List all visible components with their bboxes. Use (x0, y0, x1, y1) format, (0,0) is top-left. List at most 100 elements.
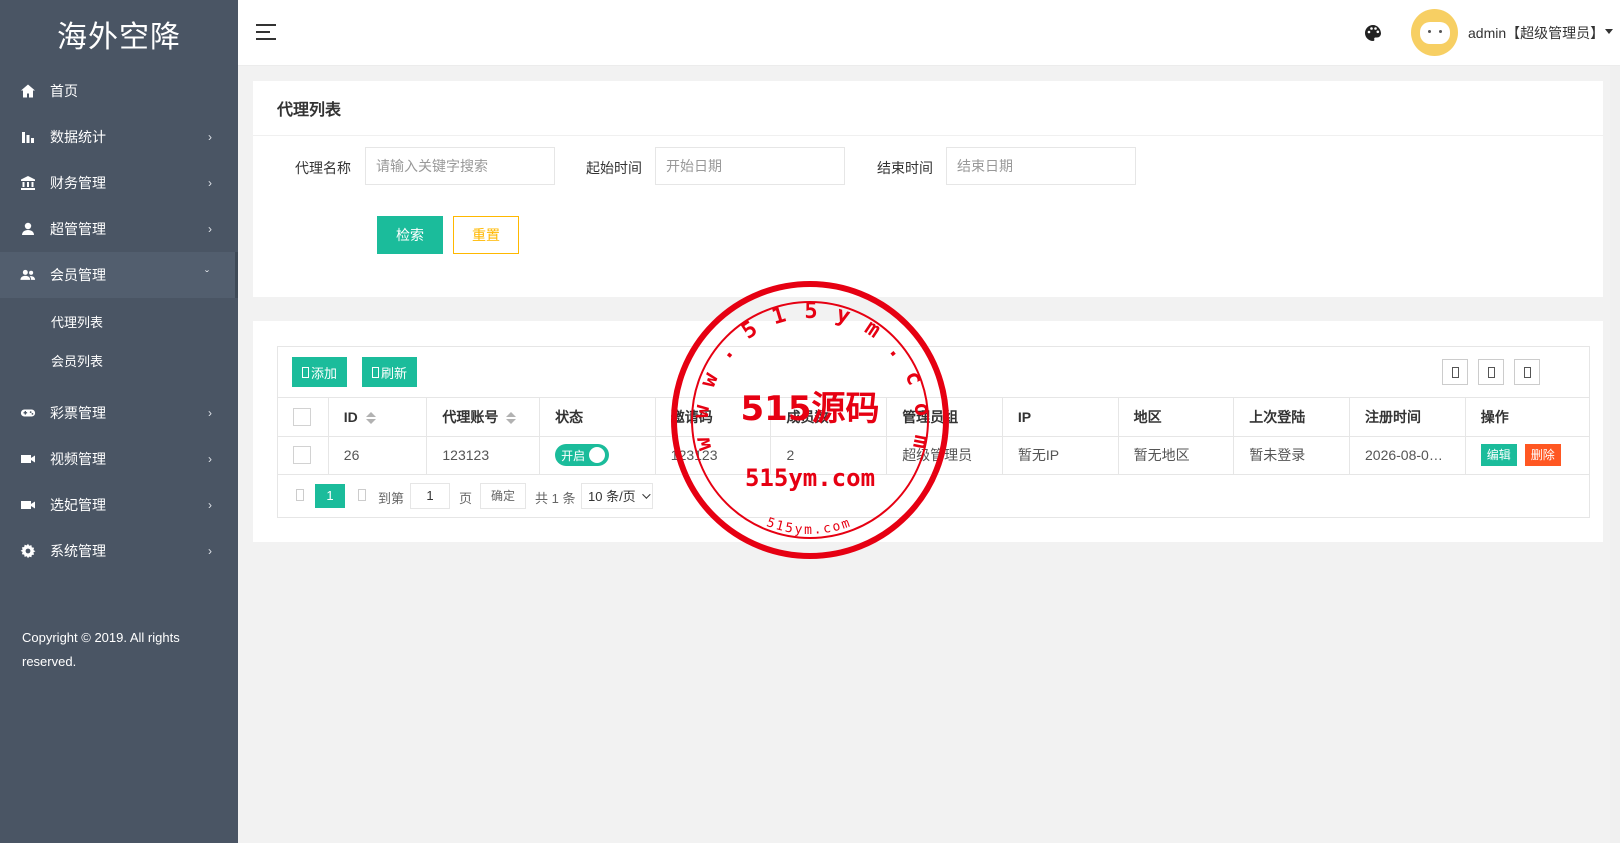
cell-ip: 暂无IP (1002, 436, 1119, 475)
bank-icon (20, 175, 36, 191)
next-page-icon[interactable] (358, 488, 366, 501)
sidebar-item-concubine[interactable]: 选妃管理 › (0, 482, 238, 528)
pagination: 1 到第 页 确定 共 1 条 10 条/页 (278, 475, 1589, 515)
sidebar-item-system[interactable]: 系统管理 › (0, 528, 238, 574)
column-header: IP (1002, 398, 1119, 437)
sidebar-item-label: 财务管理 (50, 175, 106, 191)
prev-page-icon[interactable] (296, 488, 304, 501)
sidebar-item-stats[interactable]: 数据统计 › (0, 114, 238, 160)
goto-page-input[interactable] (410, 482, 450, 509)
add-button-label: 添加 (311, 365, 338, 381)
cell-members: 2 (770, 436, 888, 475)
sidebar-item-video[interactable]: 视频管理 › (0, 436, 238, 482)
cell-last-login: 暂未登录 (1233, 436, 1350, 475)
sort-icon[interactable] (365, 412, 376, 425)
agent-name-input[interactable] (365, 147, 555, 185)
refresh-button[interactable]: 刷新 (362, 357, 418, 387)
cell-register-time: 2026-08-0… (1349, 436, 1466, 475)
end-date-input[interactable] (946, 147, 1136, 185)
column-header[interactable]: 代理账号 (426, 398, 541, 437)
video-icon (20, 451, 36, 467)
current-page[interactable]: 1 (315, 483, 345, 508)
plus-icon (302, 366, 309, 378)
sidebar-item-lottery[interactable]: 彩票管理 › (0, 390, 238, 436)
search-button[interactable]: 检索 (377, 216, 443, 254)
delete-button[interactable]: 删除 (1524, 444, 1561, 466)
row-checkbox-cell[interactable] (278, 436, 329, 475)
scrollbar-track[interactable] (1610, 66, 1620, 843)
gamepad-icon (20, 405, 36, 421)
table-panel: 添加 刷新 ID 代理账号 状态 邀请码 成员数 管理员组 IP 地区 上次登陆… (253, 321, 1603, 542)
column-header: 成员数 (770, 398, 888, 437)
column-header: 邀请码 (655, 398, 772, 437)
caret-down-icon[interactable] (1605, 29, 1613, 34)
page-size-value: 10 条/页 (588, 489, 636, 504)
page-title: 代理列表 (253, 81, 1603, 136)
top-header: admin【超级管理员】 (238, 0, 1620, 66)
palette-icon[interactable] (1362, 22, 1384, 44)
pig-face-icon (1419, 21, 1450, 44)
goto-confirm-button[interactable]: 确定 (480, 482, 527, 509)
chevron-right-icon: › (208, 130, 212, 144)
total-count: 共 1 条 (535, 490, 576, 506)
chevron-right-icon: › (208, 452, 212, 466)
column-header[interactable]: ID (328, 398, 428, 437)
chevron-right-icon: › (208, 406, 212, 420)
page-unit-label: 页 (459, 490, 473, 506)
agent-name-label: 代理名称 (295, 160, 351, 176)
status-toggle-label: 开启 (561, 448, 586, 463)
export-icon[interactable] (1478, 359, 1504, 385)
sidebar-item-label: 数据统计 (50, 129, 106, 145)
column-header: 地区 (1118, 398, 1235, 437)
table-row: 26 123123 开启 123123 2 超级管理员 暂无IP 暂无地区 暂未… (278, 436, 1589, 475)
user-menu-label[interactable]: admin【超级管理员】 (1468, 23, 1604, 43)
sidebar-item-label: 系统管理 (50, 543, 106, 559)
sidebar-item-label: 会员管理 (50, 267, 106, 283)
page-size-select[interactable]: 10 条/页 (581, 482, 653, 509)
sidebar-item-members[interactable]: 会员管理 ˇ (0, 252, 238, 298)
cell-id: 26 (328, 436, 428, 475)
sidebar-submenu: 代理列表 会员列表 (0, 298, 238, 390)
sidebar-nav-lower: 彩票管理 › 视频管理 › 选妃管理 › 系统管理 › (0, 390, 238, 574)
edit-button[interactable]: 编辑 (1480, 444, 1517, 466)
start-date-input[interactable] (655, 147, 845, 185)
refresh-icon (372, 366, 379, 378)
sidebar-item-super-admin[interactable]: 超管管理 › (0, 206, 238, 252)
chevron-right-icon: › (208, 222, 212, 236)
print-icon[interactable] (1514, 359, 1540, 385)
reset-button[interactable]: 重置 (453, 216, 519, 254)
column-header: 操作 (1465, 398, 1589, 437)
users-icon (20, 267, 36, 283)
start-time-label: 起始时间 (586, 160, 642, 176)
sidebar-nav: 首页 数据统计 › 财务管理 › 超管管理 › 会员管理 ˇ (0, 68, 238, 298)
column-header: 注册时间 (1349, 398, 1466, 437)
columns-filter-icon[interactable] (1442, 359, 1468, 385)
sidebar-item-home[interactable]: 首页 (0, 68, 238, 114)
row-checkbox[interactable] (293, 446, 311, 465)
menu-toggle-icon[interactable] (256, 24, 276, 40)
chevron-right-icon: › (208, 498, 212, 512)
cell-admin-group: 超级管理员 (886, 436, 1003, 475)
end-time-label: 结束时间 (877, 160, 933, 176)
sidebar: 海外空降 首页 数据统计 › 财务管理 › 超管管理 › 会员管理 ˇ 代理列表… (0, 0, 238, 843)
sidebar-item-label: 视频管理 (50, 451, 106, 467)
cell-actions: 编辑 删除 (1465, 436, 1589, 475)
status-toggle[interactable]: 开启 (555, 444, 610, 466)
goto-label: 到第 (378, 490, 405, 506)
chevron-right-icon: › (208, 176, 212, 190)
cell-invite-code: 123123 (655, 436, 772, 475)
sidebar-subitem-agent-list[interactable]: 代理列表 (0, 302, 238, 341)
select-all-checkbox[interactable] (293, 407, 311, 426)
column-header: 上次登陆 (1233, 398, 1350, 437)
bar-chart-icon (20, 129, 36, 145)
sort-icon[interactable] (506, 412, 517, 425)
sidebar-item-label: 彩票管理 (50, 405, 106, 421)
select-all-checkbox-cell[interactable] (278, 398, 329, 437)
chevron-down-icon: ˇ (205, 268, 209, 282)
add-button[interactable]: 添加 (292, 357, 348, 387)
avatar[interactable] (1411, 9, 1458, 56)
sidebar-subitem-member-list[interactable]: 会员列表 (0, 341, 238, 380)
column-header: 管理员组 (886, 398, 1003, 437)
sidebar-item-label: 超管管理 (50, 221, 106, 237)
sidebar-item-finance[interactable]: 财务管理 › (0, 160, 238, 206)
